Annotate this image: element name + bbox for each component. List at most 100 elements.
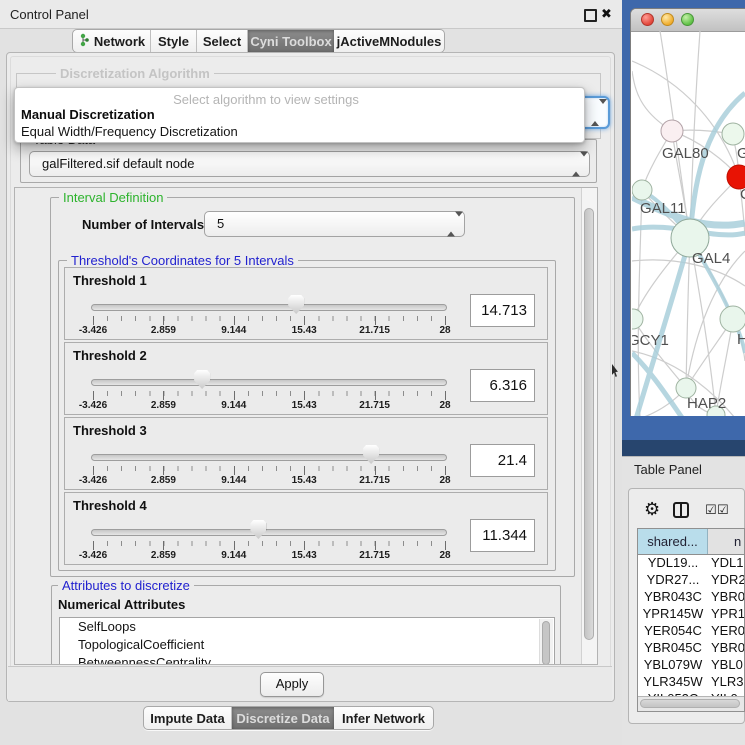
- node-gal80[interactable]: [661, 120, 683, 142]
- threshold-3-value-input[interactable]: [470, 444, 535, 477]
- slider-thumb[interactable]: [250, 520, 266, 539]
- tab-network[interactable]: Network: [73, 30, 151, 52]
- list-item[interactable]: SelfLoops: [60, 618, 554, 636]
- thresholds-group: Threshold's Coordinates for 5 Intervals …: [58, 260, 556, 571]
- threshold-1-value-input[interactable]: [470, 294, 535, 327]
- list-item[interactable]: TopologicalCoefficient: [60, 636, 554, 654]
- tick-label: 15.43: [292, 475, 317, 486]
- slider-ticks: [93, 466, 446, 471]
- table-data-combo[interactable]: galFiltered.sif default node: [29, 151, 590, 177]
- tab-infer-network[interactable]: Infer Network: [334, 707, 433, 729]
- control-panel-title: Control Panel: [10, 7, 89, 22]
- tick-label: 15.43: [292, 550, 317, 561]
- table-header-row: shared... n: [638, 529, 745, 555]
- list-scrollbar[interactable]: [539, 619, 553, 665]
- node-gal11[interactable]: [632, 180, 652, 200]
- table-row[interactable]: YBL079W YBL0: [638, 656, 745, 673]
- tab-discretize-data[interactable]: Discretize Data: [232, 707, 334, 729]
- column-header-shared-name[interactable]: shared...: [638, 529, 708, 554]
- network-window-titlebar[interactable]: [631, 9, 745, 32]
- tab-style[interactable]: Style: [151, 30, 197, 52]
- tick-label: 28: [439, 400, 450, 411]
- tick-label: 2.859: [151, 400, 176, 411]
- gear-icon[interactable]: ⚙: [644, 499, 660, 519]
- tick-label: 15.43: [292, 325, 317, 336]
- tick-label: -3.426: [79, 550, 107, 561]
- tab-select[interactable]: Select: [197, 30, 248, 52]
- popup-option-equal-width[interactable]: Equal Width/Frequency Discretization: [17, 124, 242, 139]
- apply-button[interactable]: Apply: [260, 672, 324, 697]
- threshold-title: Threshold 1: [73, 273, 147, 288]
- node-attribute-table: shared... n YDL19... YDL1 YDR27... YDR2 …: [637, 528, 745, 712]
- threshold-2-value-input[interactable]: [470, 369, 535, 402]
- tick-label: 21.715: [359, 400, 390, 411]
- node-label: GCY1: [632, 332, 669, 349]
- scrollbar-thumb[interactable]: [640, 699, 740, 708]
- list-item[interactable]: BetweennessCentrality: [60, 654, 554, 665]
- node-label: GAL4: [692, 250, 730, 267]
- threshold-3-slider[interactable]: -3.426 2.859 9.144 15.43 21.715 28: [91, 448, 447, 492]
- threshold-title: Threshold 3: [73, 423, 147, 438]
- interval-definition-group: Interval Definition Number of Intervals …: [50, 197, 575, 577]
- node-ga[interactable]: [722, 123, 744, 145]
- popup-option-manual[interactable]: Manual Discretization: [17, 107, 159, 122]
- close-traffic-light[interactable]: [641, 13, 654, 26]
- tab-impute-data[interactable]: Impute Data: [144, 707, 232, 729]
- tick-label: 2.859: [151, 325, 176, 336]
- node-label: GAL11: [640, 200, 686, 217]
- threshold-2-slider[interactable]: -3.426 2.859 9.144 15.43 21.715 28: [91, 373, 447, 417]
- node-gcy1[interactable]: [632, 309, 643, 329]
- table-row[interactable]: YBR045C YBR0: [638, 639, 745, 656]
- column-header-name[interactable]: n: [708, 529, 745, 554]
- number-of-intervals-label: Number of Intervals: [82, 217, 204, 232]
- thresholds-group-label: Threshold's Coordinates for 5 Intervals: [67, 253, 298, 268]
- network-canvas[interactable]: GAL80 GA C GAL11 GAL4 GCY1 H HAP2: [632, 31, 745, 416]
- node-h[interactable]: [720, 306, 745, 332]
- table-row[interactable]: YPR145W YPR1: [638, 605, 745, 622]
- tick-label: 21.715: [359, 325, 390, 336]
- threshold-4-slider[interactable]: -3.426 2.859 9.144 15.43 21.715 28: [91, 523, 447, 567]
- tab-network-label: Network: [94, 34, 145, 49]
- node-label: GAL80: [662, 145, 709, 162]
- slider-thumb[interactable]: [288, 295, 304, 314]
- tick-label: 9.144: [221, 475, 246, 486]
- tick-label: 2.859: [151, 550, 176, 561]
- table-panel-title: Table Panel: [634, 462, 702, 477]
- threshold-title: Threshold 4: [73, 498, 147, 513]
- table-row[interactable]: YBR043C YBR0: [638, 588, 745, 605]
- vertical-scrollbar[interactable]: [581, 188, 597, 664]
- table-row[interactable]: YDL19... YDL1: [638, 554, 745, 571]
- threshold-4-value-input[interactable]: [470, 519, 535, 552]
- float-window-icon[interactable]: [584, 9, 597, 22]
- tick-label: 15.43: [292, 400, 317, 411]
- checkbox-icon[interactable]: ☑: [705, 502, 717, 518]
- settings-scrollpane: Interval Definition Number of Intervals …: [14, 187, 598, 665]
- tick-label: 2.859: [151, 475, 176, 486]
- scrollbar-thumb[interactable]: [542, 621, 550, 665]
- threshold-1-panel: Threshold 1 -3.426 2.859 9.144 15.43 21.…: [64, 267, 548, 340]
- tick-label: 21.715: [359, 550, 390, 561]
- tab-cyni-toolbox[interactable]: Cyni Toolbox: [248, 30, 334, 52]
- screen: Control Panel ✖ Network Style Select: [0, 0, 745, 745]
- tick-label: -3.426: [79, 400, 107, 411]
- scrollbar-thumb[interactable]: [584, 208, 594, 640]
- combo-arrows-icon: [447, 217, 455, 232]
- checkbox-icon[interactable]: ☑: [717, 502, 729, 518]
- slider-thumb[interactable]: [194, 370, 210, 389]
- combo-arrows-icon: [572, 157, 580, 172]
- tick-label: -3.426: [79, 475, 107, 486]
- tab-jactivemnodules[interactable]: jActiveMNodules: [334, 30, 444, 52]
- minimize-traffic-light[interactable]: [661, 13, 674, 26]
- horizontal-scrollbar[interactable]: [638, 696, 744, 711]
- table-row[interactable]: YER054C YER0: [638, 622, 745, 639]
- number-of-intervals-combo[interactable]: 5: [204, 211, 465, 237]
- close-icon[interactable]: ✖: [601, 5, 612, 23]
- column-layout-icon[interactable]: [673, 502, 689, 518]
- threshold-1-slider[interactable]: -3.426 2.859 9.144 15.43 21.715 28: [91, 298, 447, 342]
- table-row[interactable]: YLR345W YLR3: [638, 673, 745, 690]
- table-row[interactable]: YDR27... YDR2: [638, 571, 745, 588]
- slider-thumb[interactable]: [363, 445, 379, 464]
- tick-label: 9.144: [221, 325, 246, 336]
- zoom-traffic-light[interactable]: [681, 13, 694, 26]
- popup-hint: Select algorithm to view settings: [71, 92, 461, 107]
